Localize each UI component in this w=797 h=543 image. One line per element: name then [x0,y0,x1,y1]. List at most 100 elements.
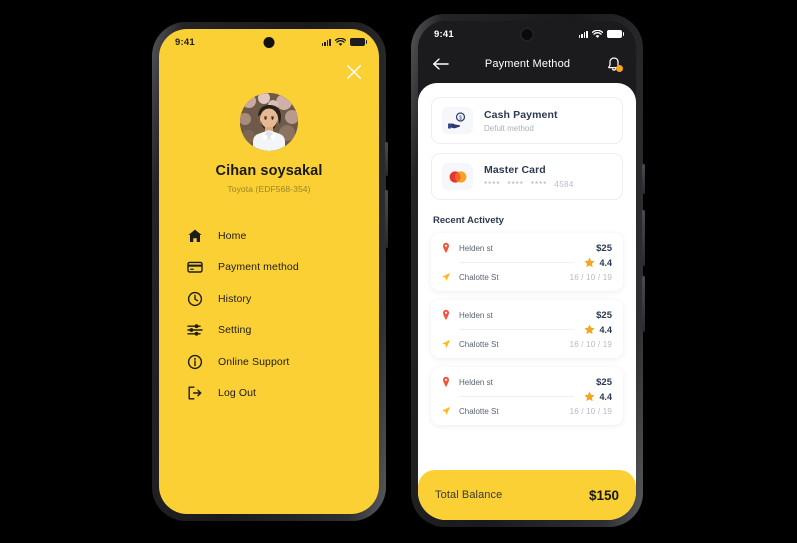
sidebar-item-online-support[interactable]: Online Support [186,346,379,378]
sidebar-item-history[interactable]: History [186,283,379,315]
signal-bars-icon [321,38,331,46]
payment-method-title: Cash Payment [484,108,558,121]
sidebar-item-setting[interactable]: Setting [186,315,379,347]
page-title: Payment Method [484,58,571,70]
power-button[interactable] [385,190,388,248]
drawer-menu: Home Payment method History Setting Onli… [159,220,379,409]
user-avatar-photo [240,93,298,151]
sidebar-item-home[interactable]: Home [186,220,379,252]
notification-badge [615,64,623,72]
wifi-icon [592,29,603,38]
sidebar-item-payment-method[interactable]: Payment method [186,252,379,284]
activity-rating: 4.4 [584,257,612,268]
profile-vehicle: Toyota (EDF568-354) [227,184,311,194]
navigation-arrow-icon [442,339,451,348]
sidebar-item-label: Log Out [218,387,257,400]
card-number-masked: **** **** **** 4584 [484,180,574,189]
volume-down-button[interactable] [642,210,645,266]
back-arrow-icon[interactable] [432,57,449,71]
power-button[interactable] [642,276,645,332]
payment-method-screen: 9:41 Payment Method $ Cash Payment Deful… [418,21,636,520]
map-pin-icon [443,242,449,254]
activity-dropoff-label: Chalotte St [459,406,499,416]
star-icon [584,257,596,268]
card-mask-group: **** [530,180,548,189]
activity-divider [459,396,575,397]
profile-name: Cihan soysakal [215,163,323,179]
activity-amount: $25 [596,309,612,321]
right-phone-screen: 9:41 Payment Method $ Cash Payment Deful… [418,21,636,520]
cash-hand-icon: $ [442,107,473,134]
status-bar: 9:41 [418,21,636,47]
volume-up-button[interactable] [642,164,645,194]
activity-rating-row: 4.4 [441,257,612,268]
activity-divider [459,329,575,330]
activity-card[interactable]: Helden st $25 4.4 Chalotte St 16 / 10 / … [431,300,623,358]
payment-method-title: Master Card [484,164,546,176]
activity-amount: $25 [596,376,612,388]
activity-divider [459,262,575,263]
activity-card[interactable]: Helden st $25 4.4 Chalotte St 16 / 10 / … [431,367,623,425]
sidebar-item-label: Online Support [218,355,290,368]
activity-dropoff: Chalotte St [441,405,499,417]
map-pin-icon [443,376,449,388]
home-icon [186,227,203,244]
card-last4: 4584 [554,180,574,189]
activity-dropoff-label: Chalotte St [459,339,499,349]
star-icon [584,324,596,335]
status-icons [578,29,625,39]
activity-dropoff-row: Chalotte St 16 / 10 / 19 [441,338,612,350]
activity-rating-value: 4.4 [599,257,612,268]
close-icon[interactable] [345,63,363,81]
sidebar-item-label: History [218,292,252,305]
activity-pickup-label: Helden st [459,377,493,387]
payment-method-text: Cash Payment Defult method [484,109,558,133]
recent-activity-list: Helden st $25 4.4 Chalotte St 16 / 10 / … [431,233,623,434]
volume-button[interactable] [385,142,388,176]
svg-text:$: $ [459,115,462,121]
drawer-header [159,55,379,89]
activity-rating-value: 4.4 [599,391,612,402]
mastercard-icon [442,163,473,190]
sidebar-item-log-out[interactable]: Log Out [186,378,379,410]
payment-method-mastercard[interactable]: Master Card **** **** **** 4584 [431,153,623,200]
activity-card[interactable]: Helden st $25 4.4 Chalotte St 16 / 10 / … [431,233,623,291]
profile-block: Cihan soysakal Toyota (EDF568-354) [159,93,379,194]
navigation-arrow-icon [442,406,451,415]
signal-bars-icon [578,30,588,38]
total-balance-bar[interactable]: Total Balance $150 [418,470,636,520]
info-circle-icon [186,353,203,370]
status-time: 9:41 [175,36,195,48]
navigation-arrow-icon [442,272,451,281]
activity-dropoff-row: Chalotte St 16 / 10 / 19 [441,271,612,283]
activity-pickup: Helden st [441,242,493,254]
status-time: 9:41 [434,28,454,40]
activity-pickup-label: Helden st [459,243,493,253]
activity-pickup-row: Helden st $25 [441,376,612,388]
card-mask-group: **** [484,180,501,189]
recent-activity-title: Recent Activety [433,215,504,226]
activity-date: 16 / 10 / 19 [569,406,612,416]
payment-method-cash[interactable]: $ Cash Payment Defult method [431,97,623,144]
star-icon [584,391,596,402]
status-icons [321,37,368,47]
activity-pickup-row: Helden st $25 [441,242,612,254]
app-bar: Payment Method [418,47,636,81]
payment-method-subtitle: Defult method [484,123,534,133]
bell-icon[interactable] [606,56,623,73]
activity-rating-row: 4.4 [441,324,612,335]
screenshot-canvas: 9:41 Cihan soysakal Toyota (EDF568-354) … [0,0,797,543]
activity-rating: 4.4 [584,391,612,402]
card-mask-group: **** [507,180,524,189]
phone-right-device: 9:41 Payment Method $ Cash Payment Deful… [411,14,645,527]
activity-rating-row: 4.4 [441,391,612,402]
activity-rating-value: 4.4 [599,324,612,335]
wifi-icon [335,37,346,46]
sidebar-item-label: Setting [218,324,252,337]
avatar[interactable] [240,93,298,151]
activity-pickup: Helden st [441,309,493,321]
clock-icon [186,290,203,307]
payment-method-text: Master Card **** **** **** 4584 [484,164,574,189]
activity-pickup: Helden st [441,376,493,388]
map-pin-icon [443,309,449,321]
